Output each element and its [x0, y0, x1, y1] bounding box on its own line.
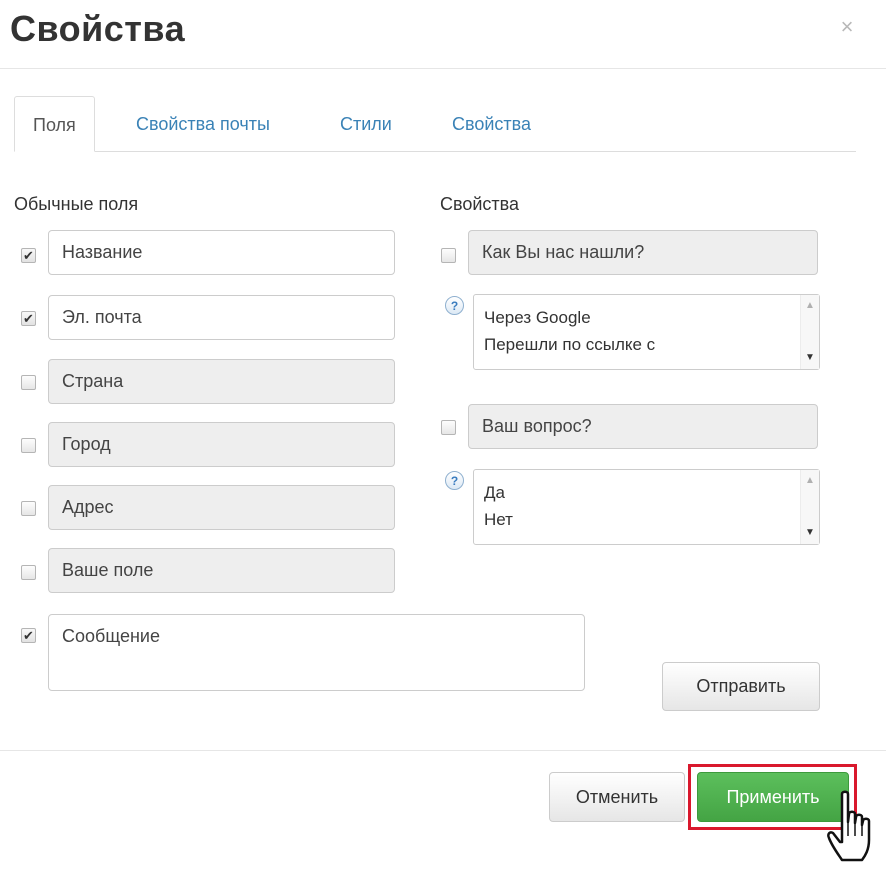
your-question-field[interactable]: Ваш вопрос?: [468, 404, 818, 449]
how-found-options-list[interactable]: Через Google Перешли по ссылке с ▲ ▼: [473, 294, 820, 370]
properties-label: Свойства: [440, 194, 520, 214]
list-scrollbar[interactable]: ▲ ▼: [800, 470, 819, 544]
tab-mail-properties[interactable]: Свойства почты: [118, 96, 288, 152]
cancel-button[interactable]: Отменить: [549, 772, 685, 822]
standard-fields-label: Обычные поля: [14, 194, 139, 214]
scroll-up-icon[interactable]: ▲: [805, 476, 815, 486]
footer-divider: [0, 750, 886, 751]
help-icon[interactable]: ?: [445, 296, 464, 315]
list-scrollbar[interactable]: ▲ ▼: [800, 295, 819, 369]
list-option[interactable]: Нет: [484, 510, 513, 530]
name-field[interactable]: Название: [48, 230, 395, 275]
checkbox-address[interactable]: [21, 501, 36, 516]
country-field[interactable]: Страна: [48, 359, 395, 404]
header-divider: [0, 68, 886, 69]
scroll-up-icon[interactable]: ▲: [805, 301, 815, 311]
tab-properties[interactable]: Свойства: [434, 96, 549, 152]
checkbox-country[interactable]: [21, 375, 36, 390]
close-icon[interactable]: ×: [836, 12, 858, 42]
list-option[interactable]: Перешли по ссылке с: [484, 335, 655, 355]
checkbox-name[interactable]: ✔: [21, 248, 36, 263]
help-icon[interactable]: ?: [445, 471, 464, 490]
dialog-title: Свойства: [10, 8, 186, 49]
tab-fields[interactable]: Поля: [14, 96, 95, 152]
address-field[interactable]: Адрес: [48, 485, 395, 530]
how-found-field[interactable]: Как Вы нас нашли?: [468, 230, 818, 275]
email-field[interactable]: Эл. почта: [48, 295, 395, 340]
checkbox-custom-field[interactable]: [21, 565, 36, 580]
checkbox-how-found[interactable]: [441, 248, 456, 263]
checkbox-email[interactable]: ✔: [21, 311, 36, 326]
checkbox-your-question[interactable]: [441, 420, 456, 435]
message-field[interactable]: Сообщение: [48, 614, 585, 691]
checkbox-city[interactable]: [21, 438, 36, 453]
scroll-down-icon[interactable]: ▼: [805, 353, 815, 363]
submit-button[interactable]: Отправить: [662, 662, 820, 711]
checkbox-message[interactable]: ✔: [21, 628, 36, 643]
custom-field[interactable]: Ваше поле: [48, 548, 395, 593]
list-option[interactable]: Да: [484, 483, 505, 503]
scroll-down-icon[interactable]: ▼: [805, 528, 815, 538]
your-question-options-list[interactable]: Да Нет ▲ ▼: [473, 469, 820, 545]
tab-styles[interactable]: Стили: [322, 96, 410, 152]
city-field[interactable]: Город: [48, 422, 395, 467]
list-option[interactable]: Через Google: [484, 308, 591, 328]
hand-cursor-icon: [827, 790, 871, 862]
